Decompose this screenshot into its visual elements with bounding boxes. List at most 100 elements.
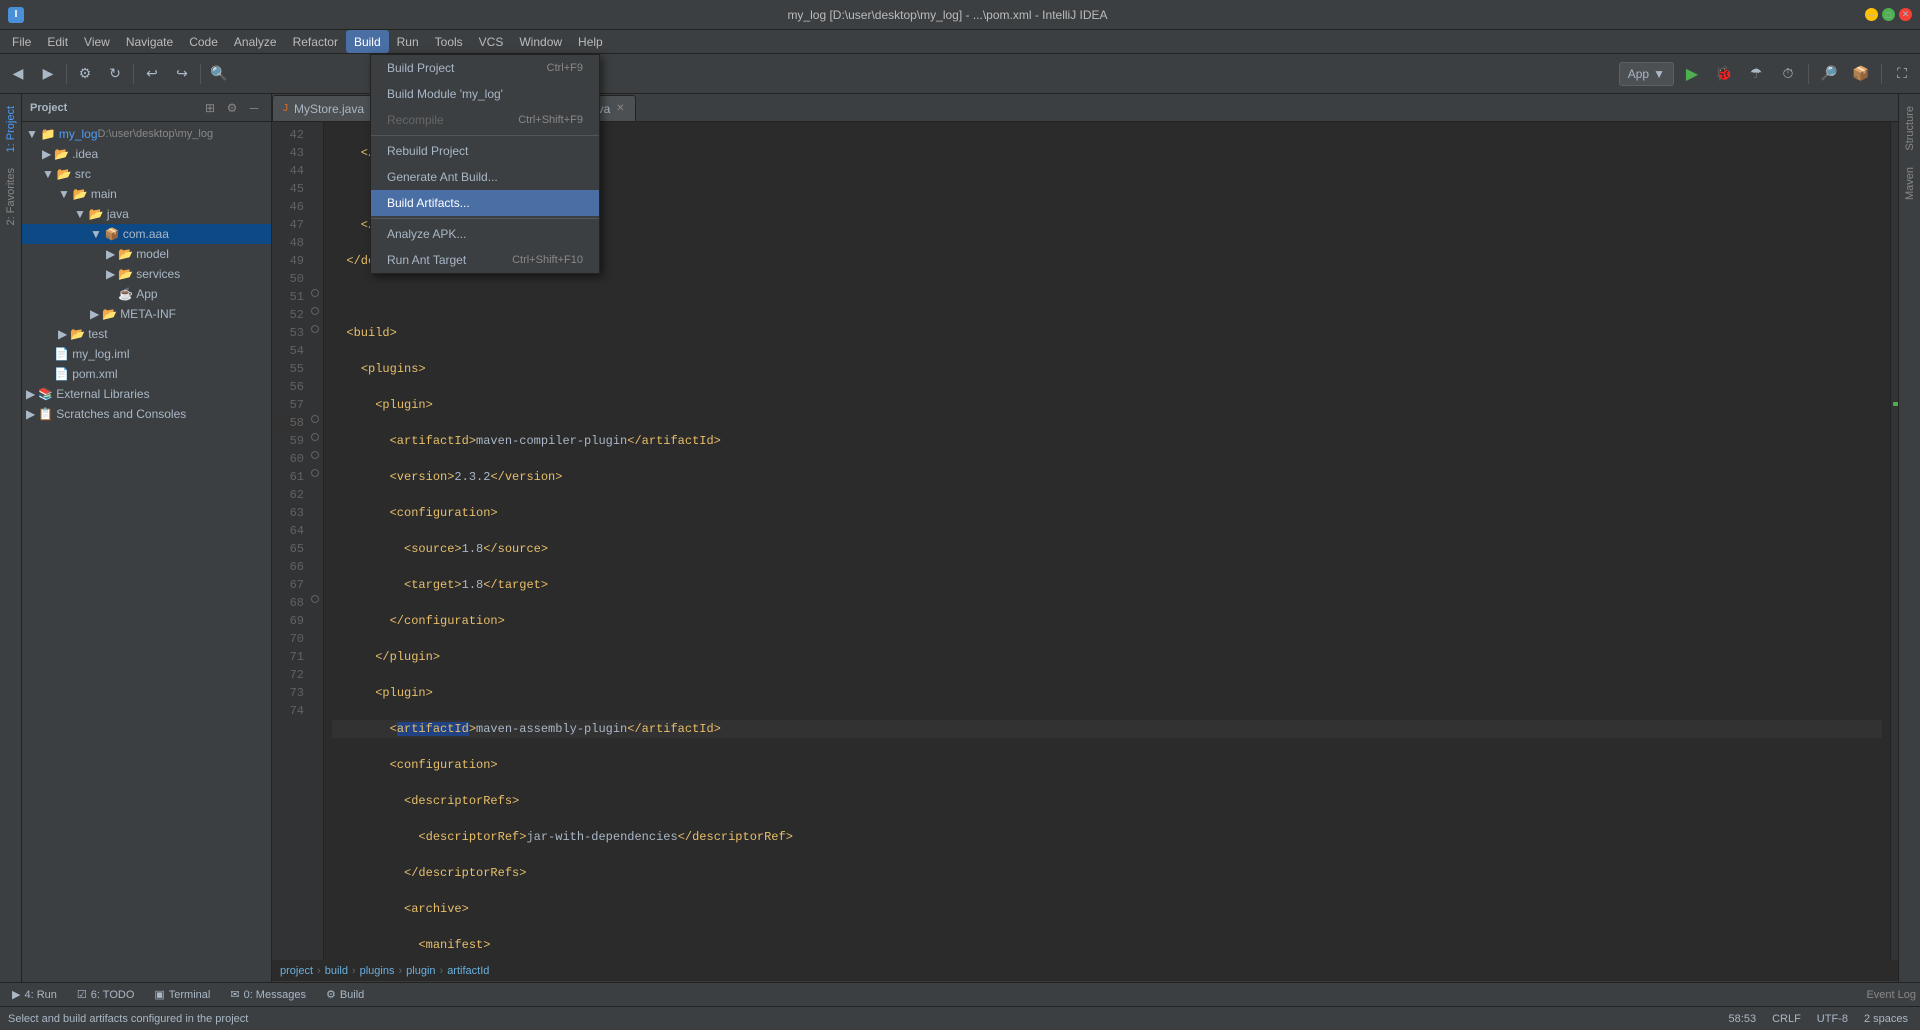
menu-help[interactable]: Help — [570, 30, 611, 53]
sidebar-tab-favorites[interactable]: 2: Favorites — [2, 160, 20, 233]
tree-item-pomxml[interactable]: ▶ 📄 pom.xml — [22, 364, 271, 384]
project-tree: ▼ 📁 my_log D:\user\desktop\my_log ▶ 📂 .i… — [22, 122, 271, 982]
bottom-tab-build[interactable]: ⚙ Build — [318, 986, 372, 1003]
tab-browseinfo-close[interactable]: ✕ — [616, 103, 624, 114]
settings-button[interactable]: ⚙ — [71, 60, 99, 88]
menu-rebuild-project[interactable]: Rebuild Project — [371, 138, 599, 164]
right-panel-tabs: Structure Maven — [1898, 94, 1920, 982]
sdk-button[interactable]: 📦 — [1847, 60, 1875, 88]
menu-separator-2 — [371, 218, 599, 219]
tree-item-model[interactable]: ▶ 📂 model — [22, 244, 271, 264]
menu-edit[interactable]: Edit — [39, 30, 76, 53]
menu-generate-ant[interactable]: Generate Ant Build... — [371, 164, 599, 190]
sidebar-header: Project ⊞ ⚙ ─ — [22, 94, 271, 122]
menu-build-module[interactable]: Build Module 'my_log' — [371, 81, 599, 107]
status-position[interactable]: 58:53 — [1725, 1013, 1761, 1025]
bottom-tab-terminal[interactable]: ▣ Terminal — [146, 986, 218, 1003]
toolbar-separator-3 — [200, 64, 201, 84]
status-encoding[interactable]: UTF-8 — [1813, 1013, 1852, 1025]
tree-item-root[interactable]: ▼ 📁 my_log D:\user\desktop\my_log — [22, 124, 271, 144]
breadcrumb-build[interactable]: build — [325, 965, 348, 977]
breadcrumb-plugins[interactable]: plugins — [360, 965, 395, 977]
maximize-button[interactable]: □ — [1882, 8, 1895, 21]
tree-item-extlibs[interactable]: ▶ 📚 External Libraries — [22, 384, 271, 404]
tree-item-idea[interactable]: ▶ 📂 .idea — [22, 144, 271, 164]
menu-refactor[interactable]: Refactor — [285, 30, 346, 53]
menu-view[interactable]: View — [76, 30, 118, 53]
menu-window[interactable]: Window — [511, 30, 570, 53]
expand-button[interactable]: ⛶ — [1888, 60, 1916, 88]
run-config-selector[interactable]: App ▼ — [1619, 62, 1674, 86]
sidebar-title: Project — [30, 102, 197, 114]
breadcrumb-artifactid[interactable]: artifactId — [447, 965, 489, 977]
bottom-tab-messages[interactable]: ✉ 0: Messages — [222, 986, 314, 1003]
sync-button[interactable]: ↻ — [101, 60, 129, 88]
bottom-tab-todo[interactable]: ☑ 6: TODO — [69, 986, 142, 1003]
title-bar: I my_log [D:\user\desktop\my_log] - ...\… — [0, 0, 1920, 30]
tree-item-test[interactable]: ▶ 📂 test — [22, 324, 271, 344]
bottom-bar: ▶ 4: Run ☑ 6: TODO ▣ Terminal ✉ 0: Messa… — [0, 982, 1920, 1006]
tree-item-main[interactable]: ▼ 📂 main — [22, 184, 271, 204]
search-everywhere-button[interactable]: 🔍 — [205, 60, 233, 88]
tree-item-mylogiml[interactable]: ▶ 📄 my_log.iml — [22, 344, 271, 364]
idea-label: .idea — [72, 147, 98, 161]
coverage-button[interactable]: ☂ — [1742, 60, 1770, 88]
generate-ant-label: Generate Ant Build... — [387, 170, 498, 184]
event-log-label[interactable]: Event Log — [1866, 989, 1916, 1001]
build-tab-label: Build — [340, 989, 364, 1001]
status-line-ending[interactable]: CRLF — [1768, 1013, 1805, 1025]
find-button[interactable]: 🔎 — [1815, 60, 1843, 88]
sidebar-tab-structure[interactable]: Structure — [1901, 98, 1919, 159]
menu-run-ant-target[interactable]: Run Ant Target Ctrl+Shift+F10 — [371, 247, 599, 273]
sidebar-tab-project[interactable]: 1: Project — [2, 98, 20, 160]
menu-tools[interactable]: Tools — [427, 30, 471, 53]
sidebar-settings-icon[interactable]: ⚙ — [223, 99, 241, 117]
forward-button[interactable]: ▶ — [34, 60, 62, 88]
back-button[interactable]: ◀ — [4, 60, 32, 88]
messages-tab-icon: ✉ — [230, 988, 239, 1001]
menu-analyze-apk[interactable]: Analyze APK... — [371, 221, 599, 247]
redo-button[interactable]: ↪ — [168, 60, 196, 88]
menu-code[interactable]: Code — [181, 30, 226, 53]
debug-button[interactable]: 🐞 — [1710, 60, 1738, 88]
comaaa-package-icon: 📦 — [105, 227, 120, 241]
idea-folder-icon: 📂 — [54, 147, 69, 161]
bottom-tab-run[interactable]: ▶ 4: Run — [4, 986, 65, 1003]
menu-analyze[interactable]: Analyze — [226, 30, 285, 53]
undo-button[interactable]: ↩ — [138, 60, 166, 88]
breadcrumb-plugin[interactable]: plugin — [406, 965, 435, 977]
breadcrumb-project[interactable]: project — [280, 965, 313, 977]
tree-item-scratches[interactable]: ▶ 📋 Scratches and Consoles — [22, 404, 271, 424]
build-tab-icon: ⚙ — [326, 988, 336, 1001]
toolbar: ◀ ▶ ⚙ ↻ ↩ ↪ 🔍 App ▼ ▶ 🐞 ☂ ⏱ 🔎 📦 ⛶ — [0, 54, 1920, 94]
menu-build-artifacts[interactable]: Build Artifacts... — [371, 190, 599, 216]
close-button[interactable]: ✕ — [1899, 8, 1912, 21]
src-label: src — [75, 167, 91, 181]
profile-button[interactable]: ⏱ — [1774, 60, 1802, 88]
tree-item-metainf[interactable]: ▶ 📂 META-INF — [22, 304, 271, 324]
menu-file[interactable]: File — [4, 30, 39, 53]
tree-item-services[interactable]: ▶ 📂 services — [22, 264, 271, 284]
menu-build-project[interactable]: Build Project Ctrl+F9 — [371, 55, 599, 81]
analyze-apk-label: Analyze APK... — [387, 227, 466, 241]
tree-item-src[interactable]: ▼ 📂 src — [22, 164, 271, 184]
tree-item-java[interactable]: ▼ 📂 java — [22, 204, 271, 224]
sidebar-collapse-icon[interactable]: ─ — [245, 99, 263, 117]
model-folder-icon: 📂 — [118, 247, 133, 261]
menu-build[interactable]: Build — [346, 30, 389, 53]
root-path: D:\user\desktop\my_log — [98, 128, 214, 140]
run-button[interactable]: ▶ — [1678, 60, 1706, 88]
terminal-tab-label: Terminal — [169, 989, 211, 1001]
menu-vcs[interactable]: VCS — [471, 30, 512, 53]
build-artifacts-label: Build Artifacts... — [387, 196, 470, 210]
minimize-button[interactable]: ─ — [1865, 8, 1878, 21]
tree-item-app[interactable]: ▶ ☕ App — [22, 284, 271, 304]
menu-navigate[interactable]: Navigate — [118, 30, 181, 53]
sidebar-tab-maven[interactable]: Maven — [1901, 159, 1919, 208]
tree-item-comaaa[interactable]: ▼ 📦 com.aaa — [22, 224, 271, 244]
menu-run[interactable]: Run — [389, 30, 427, 53]
sidebar-layout-icon[interactable]: ⊞ — [201, 99, 219, 117]
status-indent[interactable]: 2 spaces — [1860, 1013, 1912, 1025]
menu-recompile[interactable]: Recompile Ctrl+Shift+F9 — [371, 107, 599, 133]
scratches-expand-icon: ▶ — [26, 407, 35, 421]
